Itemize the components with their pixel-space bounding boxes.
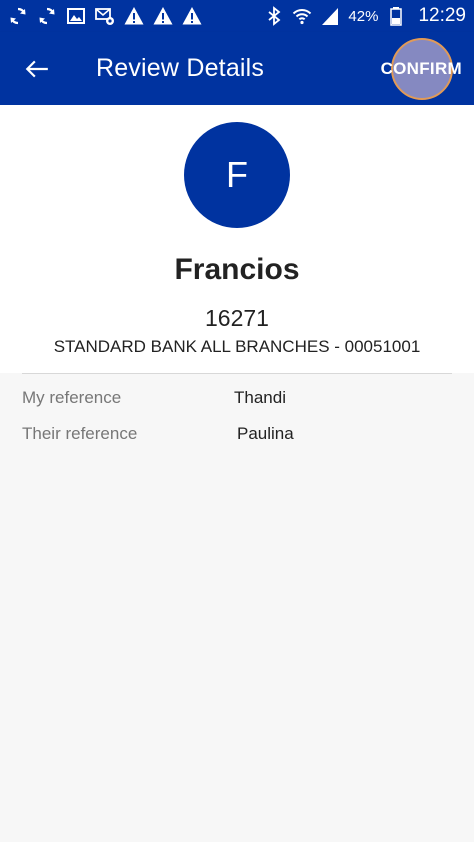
their-reference-value: Paulina [237,424,294,443]
back-arrow-icon [24,56,50,82]
bank-details: STANDARD BANK ALL BRANCHES - 00051001 [53,337,421,356]
my-reference-row: My reference Thandi [0,388,474,418]
status-system: 42% 12:29 [264,5,466,27]
page-title: Review Details [96,54,265,82]
sync-icon [37,6,57,26]
sync-icon [8,6,28,26]
bluetooth-icon [264,6,284,26]
back-button[interactable] [18,50,56,88]
status-bar: 42% 12:29 [0,0,474,32]
recipient-summary: F Francios 16271 STANDARD BANK ALL BRANC… [0,105,474,373]
avatar: F [184,122,290,228]
wifi-icon [292,6,312,26]
battery-percentage: 42% [348,7,379,25]
image-icon [66,6,86,26]
reference-details: My reference Thandi Their reference Paul… [0,374,474,842]
battery-icon [386,6,406,26]
their-reference-row: Their reference Paulina [0,424,474,454]
app-bar: Review Details CONFIRM [0,32,474,105]
recipient-name: Francios [174,253,300,286]
account-number: 16271 [205,305,269,331]
my-reference-value: Thandi [234,388,286,407]
their-reference-label: Their reference [22,424,138,443]
clock: 12:29 [418,5,466,26]
warning-icon [124,6,144,26]
warning-icon [153,6,173,26]
my-reference-label: My reference [22,388,122,407]
confirm-button[interactable]: CONFIRM [381,32,462,105]
message-settings-icon [95,6,115,26]
status-notifications [8,6,202,26]
signal-icon [320,6,340,26]
warning-icon [182,6,202,26]
